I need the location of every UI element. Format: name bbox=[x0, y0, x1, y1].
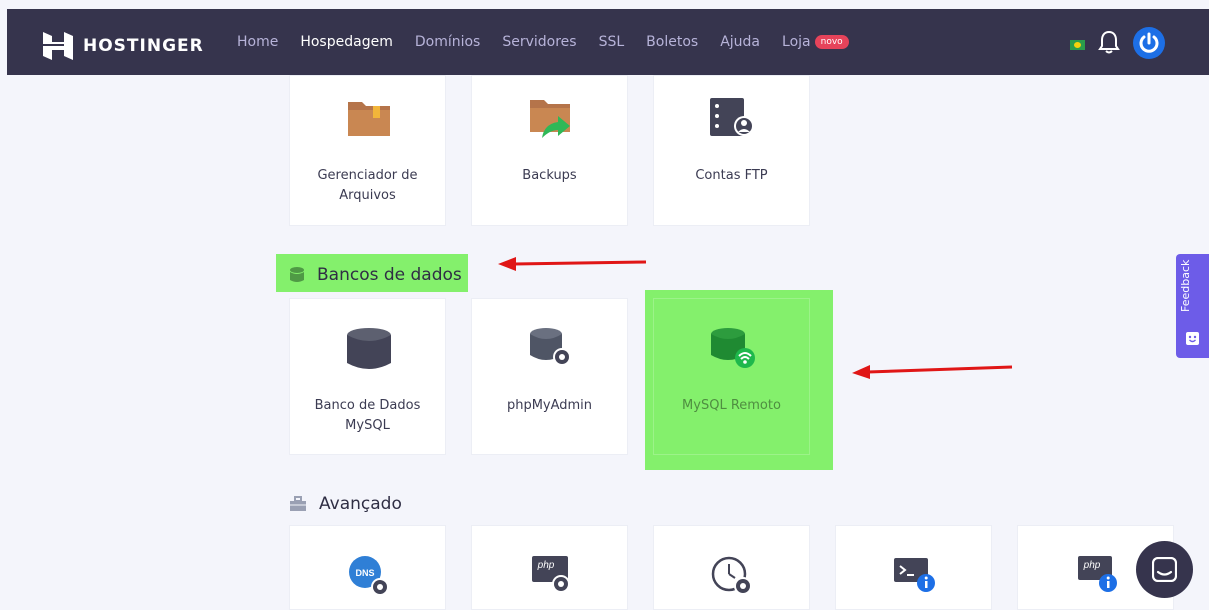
top-navigation-bar: HOSTINGER Home Hospedagem Domínios Servi… bbox=[7, 9, 1209, 75]
database-icon bbox=[347, 328, 391, 369]
nav-servidores[interactable]: Servidores bbox=[502, 34, 576, 50]
nav-ajuda[interactable]: Ajuda bbox=[720, 34, 760, 50]
cron-jobs-card[interactable] bbox=[653, 525, 810, 610]
database-remote-icon bbox=[711, 328, 755, 368]
database-gear-icon bbox=[530, 328, 571, 366]
terminal-info-icon bbox=[894, 558, 935, 592]
advanced-section-heading: Avançado bbox=[289, 494, 402, 514]
hostinger-logo-icon bbox=[43, 32, 73, 60]
nav-hospedagem[interactable]: Hospedagem bbox=[300, 34, 393, 50]
php-info-icon-text: php bbox=[1083, 560, 1101, 571]
clock-gear-icon bbox=[711, 556, 752, 595]
databases-section-heading: Bancos de dados bbox=[289, 265, 462, 285]
brand-logo[interactable]: HOSTINGER bbox=[43, 32, 204, 60]
backups-card[interactable]: Backups bbox=[471, 75, 628, 226]
php-config-card[interactable]: php bbox=[471, 525, 628, 610]
file-manager-label-line1: Gerenciador de bbox=[317, 168, 418, 183]
red-arrow-annotation-2 bbox=[852, 365, 1013, 379]
ssh-access-card[interactable] bbox=[835, 525, 992, 610]
phpmyadmin-label: phpMyAdmin bbox=[506, 398, 593, 413]
nav-loja[interactable]: Loja novo bbox=[782, 34, 849, 50]
databases-section-title: Bancos de dados bbox=[317, 265, 462, 285]
new-badge: novo bbox=[814, 35, 849, 49]
folder-icon bbox=[348, 102, 390, 136]
brand-name: HOSTINGER bbox=[83, 36, 204, 56]
bell-icon[interactable] bbox=[1098, 30, 1120, 54]
php-gear-icon: php bbox=[532, 556, 570, 593]
php-icon-text: php bbox=[537, 560, 555, 571]
mysql-remote-card[interactable]: MySQL Remoto bbox=[653, 298, 810, 455]
php-info-icon: php bbox=[1078, 556, 1117, 592]
dns-zone-card[interactable]: DNS bbox=[289, 525, 446, 610]
mysql-databases-card[interactable]: Banco de Dados MySQL bbox=[289, 298, 446, 455]
feedback-label: Feedback bbox=[1179, 259, 1192, 312]
mysql-db-label-line2: MySQL bbox=[345, 418, 390, 433]
nav-dominios[interactable]: Domínios bbox=[415, 34, 481, 50]
chat-icon bbox=[1152, 557, 1177, 582]
file-manager-label-line2: Arquivos bbox=[339, 188, 396, 203]
ftp-accounts-label: Contas FTP bbox=[695, 168, 768, 183]
backups-label: Backups bbox=[522, 168, 577, 183]
phpmyadmin-card[interactable]: phpMyAdmin bbox=[471, 298, 628, 455]
dns-gear-icon: DNS bbox=[349, 556, 389, 596]
ftp-server-icon bbox=[710, 98, 754, 136]
folder-backup-icon bbox=[530, 100, 570, 138]
nav-loja-label: Loja bbox=[782, 34, 811, 50]
chat-launcher[interactable] bbox=[1136, 541, 1193, 598]
feedback-tab[interactable]: Feedback bbox=[1176, 254, 1209, 358]
smiley-icon bbox=[1186, 332, 1199, 345]
brazil-flag-icon[interactable] bbox=[1070, 40, 1085, 50]
dns-icon-text: DNS bbox=[355, 568, 374, 578]
account-power-icon[interactable] bbox=[1133, 27, 1165, 59]
nav-boletos[interactable]: Boletos bbox=[646, 34, 698, 50]
mysql-remote-label: MySQL Remoto bbox=[682, 398, 781, 413]
advanced-section-title: Avançado bbox=[319, 494, 402, 514]
red-arrow-annotation bbox=[498, 257, 647, 271]
nav-ssl[interactable]: SSL bbox=[599, 34, 625, 50]
file-manager-card[interactable]: Gerenciador de Arquivos bbox=[289, 75, 446, 226]
nav-home[interactable]: Home bbox=[237, 34, 278, 50]
toolbox-icon bbox=[290, 496, 306, 511]
database-section-icon bbox=[290, 267, 304, 282]
main-nav: Home Hospedagem Domínios Servidores SSL … bbox=[237, 34, 871, 50]
mysql-db-label-line1: Banco de Dados bbox=[314, 398, 421, 413]
ftp-accounts-card[interactable]: Contas FTP bbox=[653, 75, 810, 226]
